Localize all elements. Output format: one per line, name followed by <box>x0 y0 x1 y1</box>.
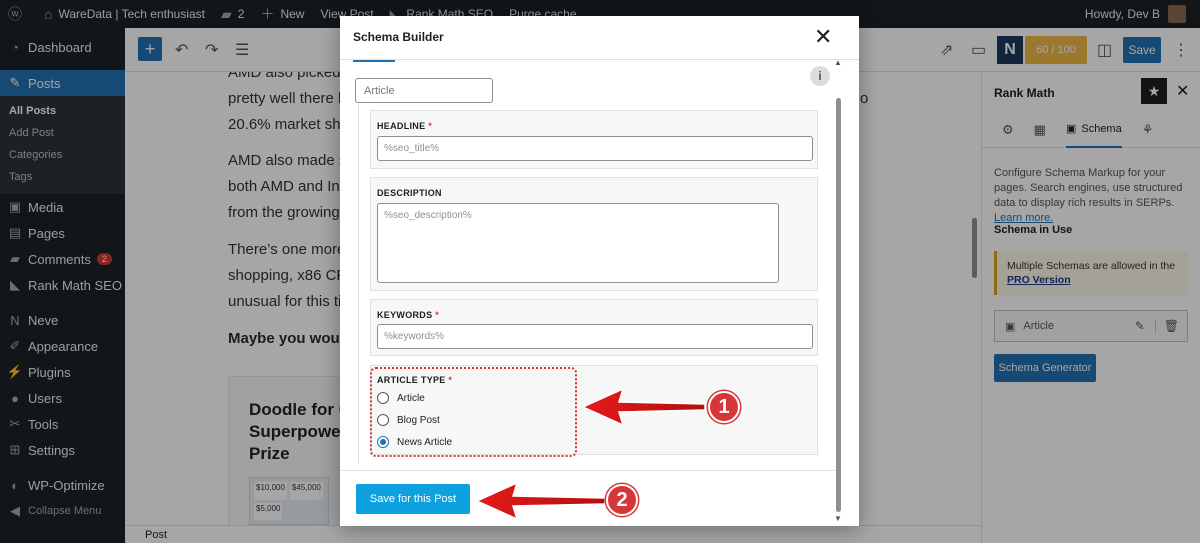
keywords-label: KEYWORDS * <box>377 310 440 320</box>
annotation-arrow-2 <box>475 481 606 521</box>
modal-scrollbar[interactable] <box>836 98 841 512</box>
schema-type-field[interactable]: Article <box>355 78 493 103</box>
keywords-input[interactable]: %keywords% <box>377 324 813 349</box>
modal-title: Schema Builder <box>353 30 444 44</box>
headline-input[interactable]: %seo_title% <box>377 136 813 161</box>
description-group: DESCRIPTION %seo_description% <box>370 177 818 291</box>
annotation-number-1: 1 <box>708 391 740 423</box>
modal-header: Schema Builder ✕ <box>340 16 859 60</box>
scroll-down-arrow[interactable]: ▼ <box>834 514 842 523</box>
headline-label: HEADLINE * <box>377 121 433 131</box>
close-icon[interactable]: ✕ <box>814 24 832 50</box>
modal-footer-divider <box>340 470 835 471</box>
modal-tab-indicator <box>353 60 395 62</box>
scroll-up-arrow[interactable]: ▲ <box>834 58 842 67</box>
tree-line <box>358 104 359 464</box>
annotation-number-2: 2 <box>606 484 638 516</box>
annotation-highlight-box <box>370 367 577 457</box>
annotation-arrow-1 <box>581 387 706 427</box>
info-icon[interactable]: i <box>810 66 830 86</box>
keywords-group: KEYWORDS * %keywords% <box>370 299 818 356</box>
headline-group: HEADLINE * %seo_title% <box>370 110 818 169</box>
description-label: DESCRIPTION <box>377 188 442 198</box>
save-for-this-post-button[interactable]: Save for this Post <box>356 484 470 514</box>
description-textarea[interactable]: %seo_description% <box>377 203 779 283</box>
